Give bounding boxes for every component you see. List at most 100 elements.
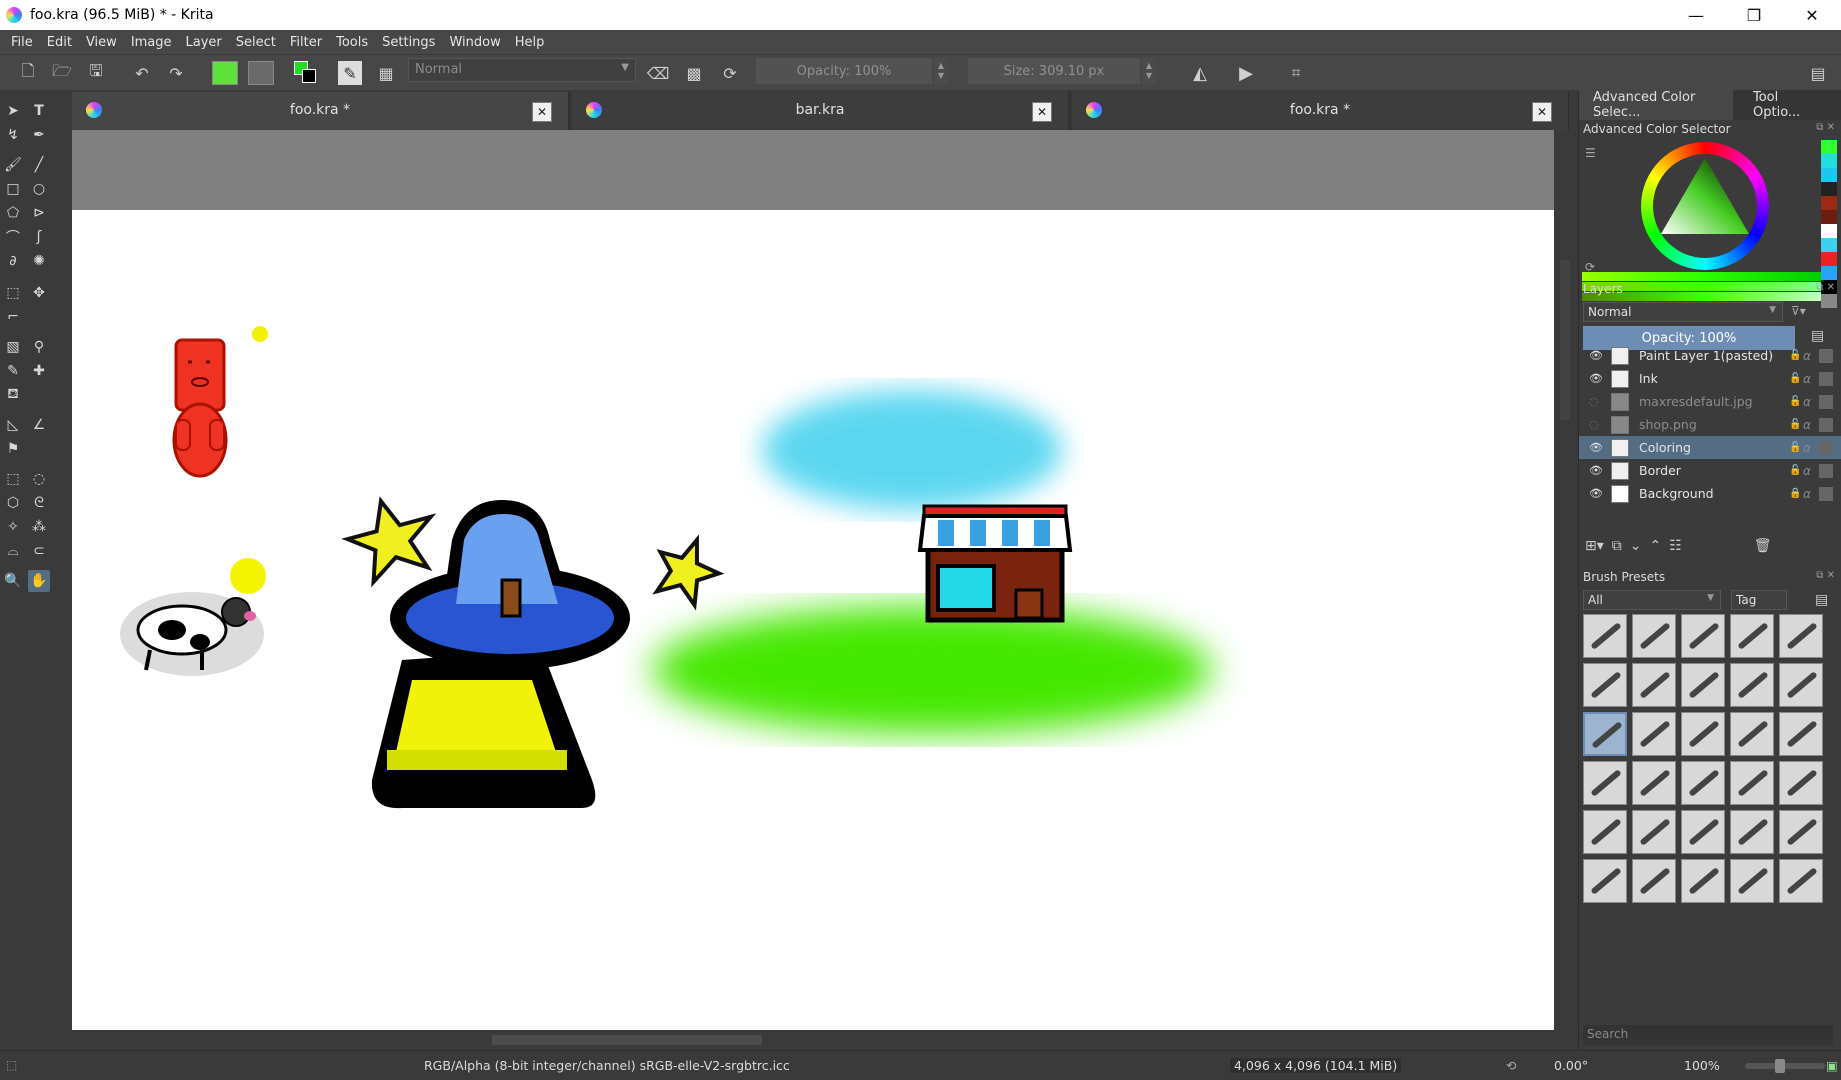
close-tab-icon[interactable]: ✕ <box>1532 102 1552 122</box>
color-picker-tool-icon[interactable]: ⚲ <box>28 336 50 358</box>
polygon-tool-icon[interactable]: ⬠ <box>2 202 24 224</box>
rectangular-selection-tool-icon[interactable]: ⬚ <box>2 468 24 490</box>
panel-float-close-icons[interactable]: ⧉ ✕ <box>1816 282 1835 293</box>
scrollbar-thumb[interactable] <box>1560 260 1570 420</box>
lock-icon[interactable]: 🔓 <box>1789 350 1803 361</box>
eye-closed-icon[interactable]: ◌ <box>1589 418 1603 431</box>
brush-preset-item[interactable] <box>1681 810 1725 854</box>
brush-preset-item[interactable] <box>1632 614 1676 658</box>
layer-row[interactable]: 👁 Border 🔓 α <box>1579 459 1841 482</box>
brush-preset-item[interactable] <box>1583 663 1627 707</box>
vertical-scrollbar[interactable] <box>1554 130 1576 1030</box>
tab-foo-kra[interactable]: foo.kra * ✕ <box>72 92 569 130</box>
minimize-button[interactable]: — <box>1667 0 1725 30</box>
rotation-reset-icon[interactable]: ⟲ <box>1506 1058 1516 1073</box>
line-tool-icon[interactable]: ╱ <box>28 154 50 176</box>
inherit-alpha-icon[interactable] <box>1819 486 1833 501</box>
menu-window[interactable]: Window <box>442 35 507 50</box>
measure-tool-icon[interactable]: ∠ <box>28 414 50 436</box>
brush-preset-item[interactable] <box>1730 761 1774 805</box>
refresh-icon[interactable]: ⟳ <box>1585 260 1595 274</box>
crop-tool-icon[interactable]: ⌐ <box>2 306 24 328</box>
duplicate-layer-icon[interactable]: ⧉ <box>1612 538 1622 560</box>
menu-help[interactable]: Help <box>508 35 552 50</box>
panel-float-close-icons[interactable]: ⧉ ✕ <box>1816 570 1835 581</box>
eye-icon[interactable]: 👁 <box>1589 487 1603 500</box>
color-wheel[interactable] <box>1641 142 1769 270</box>
canvas-area[interactable] <box>72 130 1554 1030</box>
menu-select[interactable]: Select <box>229 35 283 50</box>
mirror-horizontal-icon[interactable]: ◭ <box>1188 61 1212 85</box>
lock-icon[interactable]: 🔓 <box>1789 465 1803 476</box>
undo-icon[interactable]: ↶ <box>130 61 154 85</box>
close-window-button[interactable]: ✕ <box>1783 0 1841 30</box>
color-selector-menu-icon[interactable]: ☰ <box>1585 146 1596 160</box>
brush-preset-item-selected[interactable] <box>1583 712 1627 756</box>
color-triangle[interactable] <box>1657 158 1753 254</box>
delete-layer-icon[interactable]: 🗑 <box>1754 538 1772 560</box>
menu-view[interactable]: View <box>79 35 124 50</box>
menu-edit[interactable]: Edit <box>40 35 79 50</box>
brush-preset-item[interactable] <box>1730 614 1774 658</box>
bezier-selection-tool-icon[interactable]: ⌓ <box>2 540 24 562</box>
assistant-tool-icon[interactable]: ◺ <box>2 414 24 436</box>
tab-foo-kra-2[interactable]: foo.kra * ✕ <box>1072 92 1569 130</box>
gradient-preset-icon[interactable] <box>212 61 238 85</box>
tab-bar-kra[interactable]: bar.kra ✕ <box>572 92 1069 130</box>
alpha-icon[interactable]: α <box>1803 487 1819 501</box>
eye-icon[interactable]: 👁 <box>1589 372 1603 385</box>
menu-layer[interactable]: Layer <box>179 35 229 50</box>
inherit-alpha-icon[interactable] <box>1819 440 1833 455</box>
lock-icon[interactable]: 🔓 <box>1789 373 1803 384</box>
move-layer-up-icon[interactable]: ⌃ <box>1650 538 1662 560</box>
layer-row[interactable]: 👁 Coloring 🔓 α <box>1579 436 1841 459</box>
eye-closed-icon[interactable]: ◌ <box>1589 395 1603 408</box>
elliptical-selection-tool-icon[interactable]: ◌ <box>28 468 50 490</box>
restore-button[interactable]: ❐ <box>1725 0 1783 30</box>
add-layer-icon[interactable]: ⊞▾ <box>1585 538 1604 560</box>
wrap-around-icon[interactable]: ⌗ <box>1284 61 1308 85</box>
tab-tool-options[interactable]: Tool Optio... <box>1739 90 1839 120</box>
menu-image[interactable]: Image <box>124 35 179 50</box>
open-document-icon[interactable]: 🗁 <box>50 61 74 85</box>
tab-advanced-color-selector[interactable]: Advanced Color Selec... <box>1579 90 1733 120</box>
layer-row[interactable]: ◌ shop.png 🔓 α <box>1579 413 1841 436</box>
text-tool-icon[interactable]: T <box>28 100 50 122</box>
inherit-alpha-icon[interactable] <box>1819 348 1833 363</box>
brush-preset-item[interactable] <box>1730 712 1774 756</box>
brush-preset-icon[interactable]: ✎ <box>338 61 362 85</box>
freehand-brush-tool-icon[interactable]: 🖌 <box>2 154 24 176</box>
menu-tools[interactable]: Tools <box>329 35 375 50</box>
menu-file[interactable]: File <box>4 35 40 50</box>
eye-icon[interactable]: 👁 <box>1589 464 1603 477</box>
reload-preset-icon[interactable]: ⟳ <box>718 61 742 85</box>
pattern-preset-icon[interactable] <box>248 61 274 85</box>
brush-preset-item[interactable] <box>1779 859 1823 903</box>
smart-patch-tool-icon[interactable]: ✚ <box>28 360 50 382</box>
rotation-value[interactable]: 0.00° <box>1554 1058 1588 1073</box>
rectangle-tool-icon[interactable]: □ <box>2 178 24 200</box>
alpha-icon[interactable]: α <box>1803 395 1819 409</box>
eye-icon[interactable]: 👁 <box>1589 441 1603 454</box>
brush-preset-item[interactable] <box>1632 663 1676 707</box>
new-document-icon[interactable]: 🗋 <box>16 61 40 85</box>
freehand-selection-tool-icon[interactable]: ᘓ <box>28 492 50 514</box>
layer-row[interactable]: 👁 Paint Layer 1(pasted) 🔓 α <box>1579 344 1841 367</box>
lock-icon[interactable]: 🔓 <box>1789 396 1803 407</box>
reference-images-tool-icon[interactable]: ⚑ <box>2 438 24 460</box>
layer-properties-icon[interactable]: ▤ <box>1811 328 1824 344</box>
menu-settings[interactable]: Settings <box>375 35 442 50</box>
layer-row[interactable]: 👁 Background 🔒 α <box>1579 482 1841 505</box>
inherit-alpha-icon[interactable] <box>1819 394 1833 409</box>
preserve-alpha-icon[interactable]: ▩ <box>682 61 706 85</box>
brush-preset-item[interactable] <box>1632 712 1676 756</box>
brush-view-menu-icon[interactable]: ▤ <box>1815 592 1828 608</box>
inherit-alpha-icon[interactable] <box>1819 371 1833 386</box>
brush-preset-item[interactable] <box>1681 712 1725 756</box>
brush-editor-icon[interactable]: ▦ <box>374 61 398 85</box>
lock-icon[interactable]: 🔓 <box>1789 419 1803 430</box>
alpha-icon[interactable]: α <box>1803 372 1819 386</box>
brush-preset-item[interactable] <box>1779 614 1823 658</box>
zoom-slider-knob[interactable] <box>1775 1059 1785 1073</box>
close-tab-icon[interactable]: ✕ <box>532 102 552 122</box>
